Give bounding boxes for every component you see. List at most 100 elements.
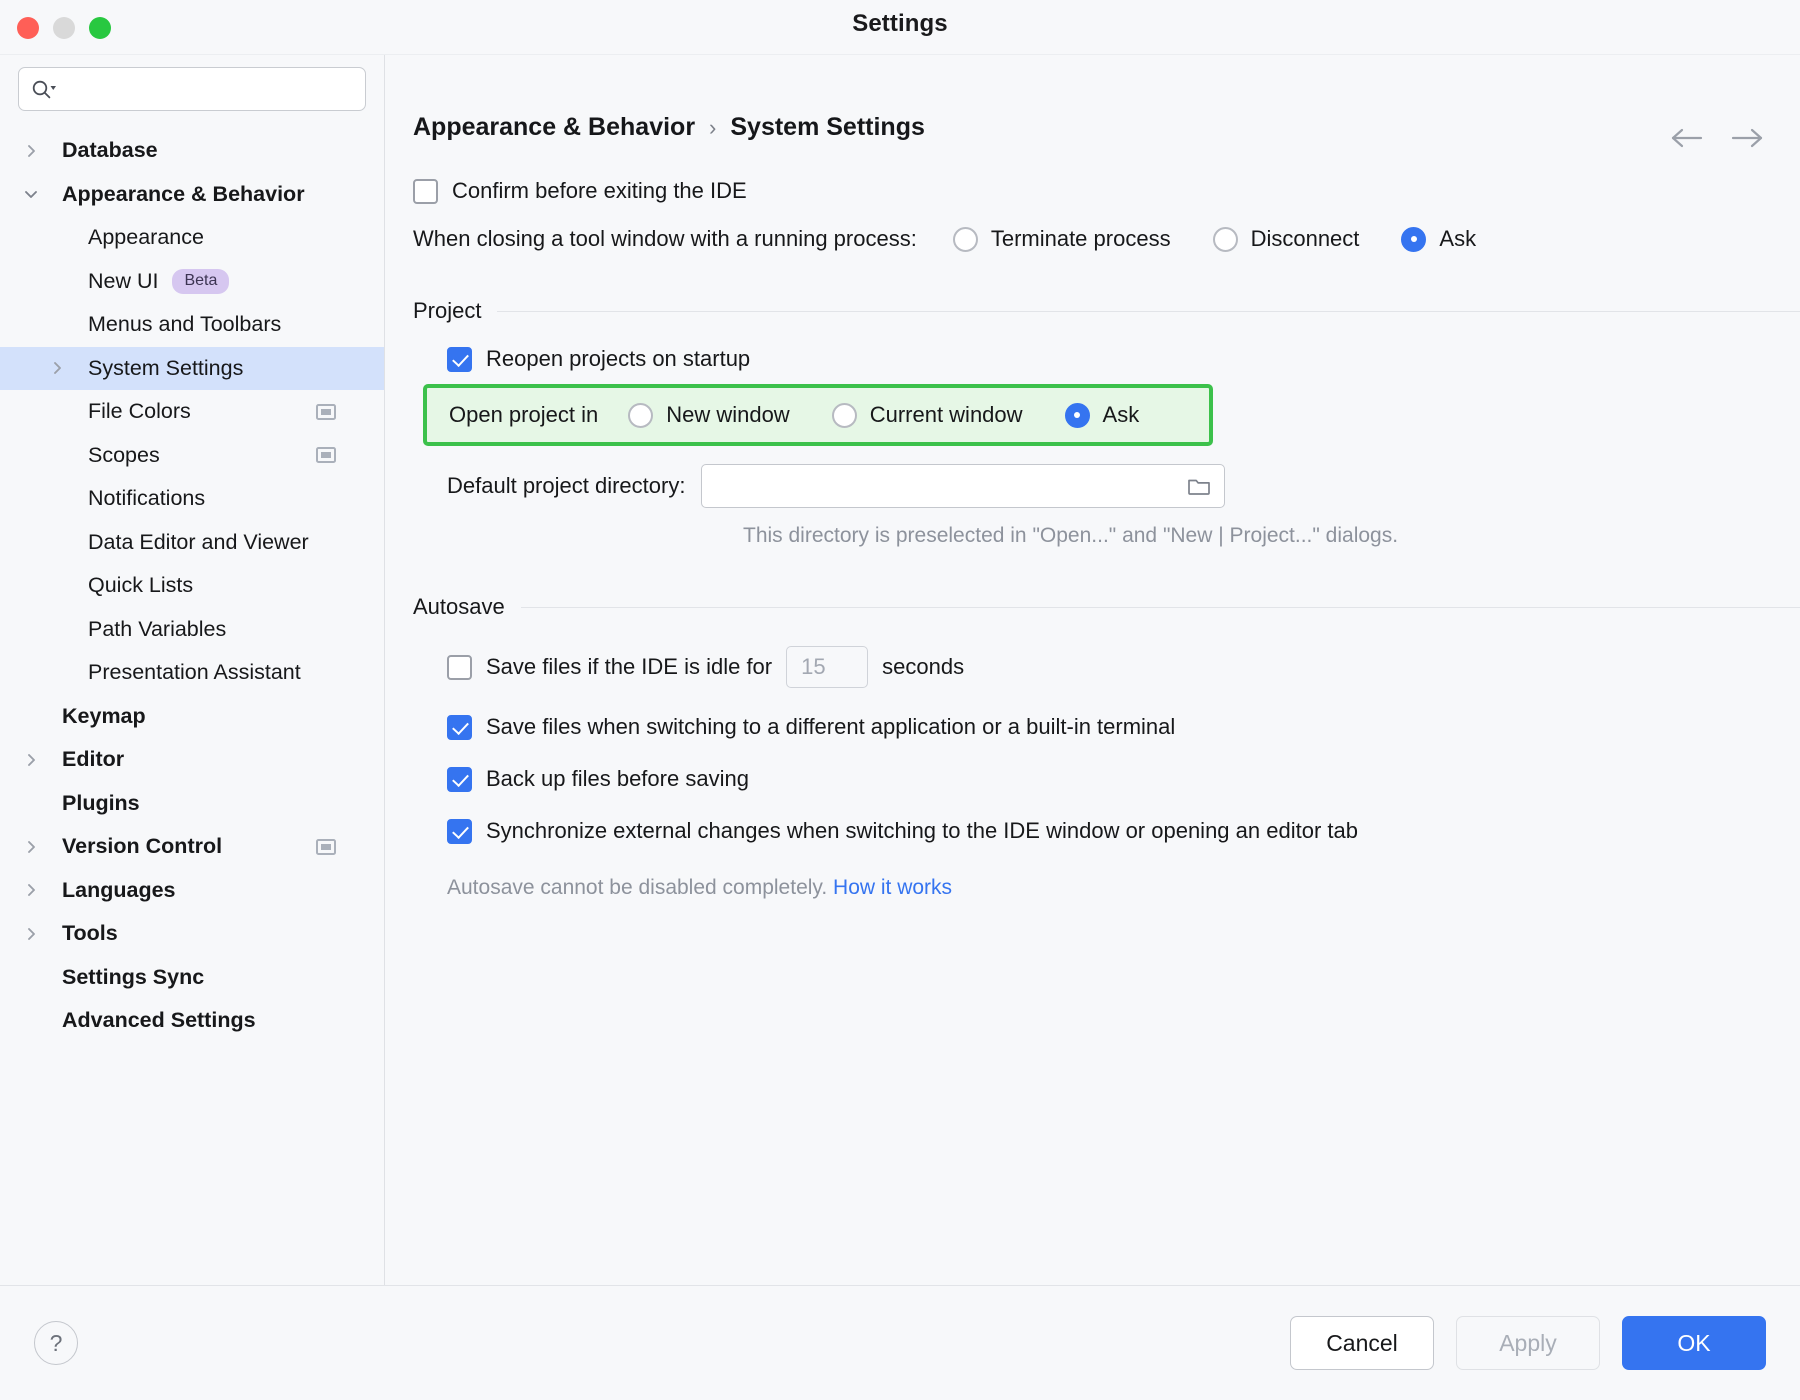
sidebar-item-label: Editor: [62, 747, 124, 772]
chevron-right-icon[interactable]: [0, 926, 62, 942]
radio-button[interactable]: [1065, 403, 1090, 428]
project-section-title: Project: [413, 298, 481, 324]
radio-button[interactable]: [953, 227, 978, 252]
radio-label: New window: [666, 402, 790, 428]
sidebar-item-label: Notifications: [88, 486, 205, 511]
folder-icon[interactable]: [1186, 475, 1212, 497]
autosave-checkbox-label: Synchronize external changes when switch…: [486, 818, 1358, 844]
search-box[interactable]: [18, 67, 366, 111]
settings-main-pane: Appearance & Behavior › System Settings: [385, 55, 1800, 1285]
sidebar-item-notifications[interactable]: Notifications: [0, 477, 384, 521]
sidebar-item-label: Plugins: [62, 791, 140, 816]
sidebar-item-label: Keymap: [62, 704, 146, 729]
sidebar-item-database[interactable]: Database: [0, 129, 384, 173]
radio-option-disconnect[interactable]: Disconnect: [1213, 226, 1360, 252]
sidebar-item-keymap[interactable]: Keymap: [0, 695, 384, 739]
chevron-right-icon[interactable]: [0, 143, 62, 159]
open-project-in-highlight: Open project in New window Current window…: [423, 384, 1213, 446]
sidebar-item-editor[interactable]: Editor: [0, 738, 384, 782]
chevron-right-icon[interactable]: [0, 839, 62, 855]
sidebar-item-presentation-assistant[interactable]: Presentation Assistant: [0, 651, 384, 695]
default-directory-row: Default project directory:: [413, 464, 1800, 508]
forward-arrow-icon[interactable]: [1730, 127, 1764, 149]
sidebar-item-label: Database: [62, 138, 158, 163]
sidebar-item-plugins[interactable]: Plugins: [0, 782, 384, 826]
reopen-projects-checkbox[interactable]: [447, 347, 472, 372]
radio-button[interactable]: [832, 403, 857, 428]
chevron-down-icon[interactable]: [0, 186, 62, 202]
idle-save-checkbox[interactable]: [447, 655, 472, 680]
reopen-projects-row[interactable]: Reopen projects on startup: [413, 346, 1800, 372]
sidebar-item-path-variables[interactable]: Path Variables: [0, 608, 384, 652]
radio-option-ask[interactable]: Ask: [1401, 226, 1476, 252]
sidebar-item-menus-and-toolbars[interactable]: Menus and Toolbars: [0, 303, 384, 347]
idle-save-label-after: seconds: [882, 654, 964, 680]
sidebar-item-file-colors[interactable]: File Colors: [0, 390, 384, 434]
autosave-checkbox[interactable]: [447, 819, 472, 844]
sidebar-item-quick-lists[interactable]: Quick Lists: [0, 564, 384, 608]
sidebar-item-tools[interactable]: Tools: [0, 912, 384, 956]
sidebar-item-data-editor-and-viewer[interactable]: Data Editor and Viewer: [0, 521, 384, 565]
sidebar-item-appearance[interactable]: Appearance: [0, 216, 384, 260]
radio-label: Disconnect: [1251, 226, 1360, 252]
radio-button[interactable]: [1401, 227, 1426, 252]
autosave-checkbox-row[interactable]: Back up files before saving: [447, 766, 1800, 792]
sidebar-item-label: Tools: [62, 921, 118, 946]
title-bar: Settings: [0, 0, 1800, 54]
radio-label: Ask: [1103, 402, 1140, 428]
dialog-footer: ? Cancel Apply OK: [0, 1285, 1800, 1400]
autosave-checkbox[interactable]: [447, 767, 472, 792]
help-button[interactable]: ?: [34, 1321, 78, 1365]
back-arrow-icon[interactable]: [1670, 127, 1704, 149]
sidebar-item-label: Appearance: [88, 225, 204, 250]
sidebar-item-new-ui[interactable]: New UIBeta: [0, 260, 384, 304]
chevron-right-icon[interactable]: [26, 360, 88, 376]
autosave-checkbox-row[interactable]: Synchronize external changes when switch…: [447, 818, 1800, 844]
radio-option-ask[interactable]: Ask: [1065, 402, 1140, 428]
confirm-exit-row[interactable]: Confirm before exiting the IDE: [413, 178, 1800, 204]
radio-button[interactable]: [628, 403, 653, 428]
breadcrumb-parent[interactable]: Appearance & Behavior: [413, 113, 695, 142]
apply-button[interactable]: Apply: [1456, 1316, 1600, 1370]
history-nav: [1670, 127, 1764, 149]
sidebar-item-languages[interactable]: Languages: [0, 869, 384, 913]
open-project-in-radio-group: New window Current window Ask: [628, 402, 1139, 428]
open-project-in-label: Open project in: [449, 402, 598, 428]
dialog-body: Database Appearance & Behavior Appearance N…: [0, 54, 1800, 1285]
cancel-button[interactable]: Cancel: [1290, 1316, 1434, 1370]
search-icon: [31, 78, 57, 100]
sidebar-item-label: Path Variables: [88, 617, 226, 642]
chevron-right-icon[interactable]: [0, 752, 62, 768]
autosave-note-text: Autosave cannot be disabled completely.: [447, 876, 827, 899]
how-it-works-link[interactable]: How it works: [833, 876, 952, 899]
autosave-section-header: Autosave: [413, 594, 1800, 620]
settings-content: Confirm before exiting the IDE When clos…: [385, 142, 1800, 900]
sidebar-item-advanced-settings[interactable]: Advanced Settings: [0, 999, 384, 1043]
idle-seconds-input[interactable]: 15: [786, 646, 868, 688]
radio-button[interactable]: [1213, 227, 1238, 252]
default-directory-label: Default project directory:: [447, 473, 685, 499]
sidebar-item-label: Languages: [62, 878, 176, 903]
idle-save-label-before: Save files if the IDE is idle for: [486, 654, 772, 680]
default-directory-field[interactable]: [701, 464, 1225, 508]
chevron-right-icon[interactable]: [0, 882, 62, 898]
autosave-options: Save files if the IDE is idle for 15 sec…: [413, 646, 1800, 844]
sidebar-item-label: Presentation Assistant: [88, 660, 301, 685]
sidebar-item-system-settings[interactable]: System Settings: [0, 347, 384, 391]
sidebar-item-scopes[interactable]: Scopes: [0, 434, 384, 478]
radio-option-current-window[interactable]: Current window: [832, 402, 1023, 428]
sidebar-item-appearance-behavior[interactable]: Appearance & Behavior: [0, 173, 384, 217]
ok-button[interactable]: OK: [1622, 1316, 1766, 1370]
search-input[interactable]: [57, 78, 353, 101]
sidebar-item-settings-sync[interactable]: Settings Sync: [0, 956, 384, 1000]
radio-option-new-window[interactable]: New window: [628, 402, 790, 428]
radio-option-terminate-process[interactable]: Terminate process: [953, 226, 1171, 252]
beta-badge: Beta: [172, 269, 229, 294]
sidebar-item-label: Appearance & Behavior: [62, 182, 305, 207]
autosave-checkbox[interactable]: [447, 715, 472, 740]
autosave-checkbox-row[interactable]: Save files when switching to a different…: [447, 714, 1800, 740]
confirm-exit-checkbox[interactable]: [413, 179, 438, 204]
sidebar-item-label: Menus and Toolbars: [88, 312, 281, 337]
autosave-section-title: Autosave: [413, 594, 505, 620]
sidebar-item-version-control[interactable]: Version Control: [0, 825, 384, 869]
